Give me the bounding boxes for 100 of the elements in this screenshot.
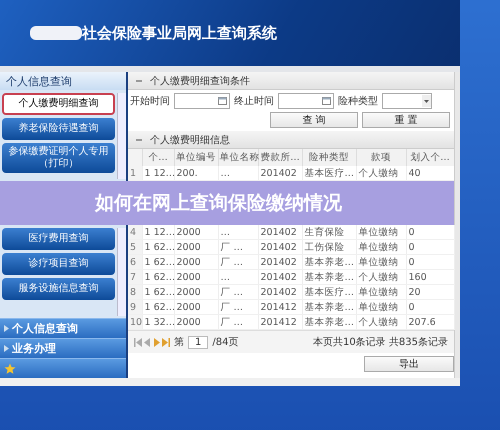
- table-cell: 40: [408, 168, 421, 178]
- calendar-icon: [218, 97, 227, 105]
- expand-icon: [4, 325, 9, 332]
- sidebar-item[interactable]: 个人缴费明细查询: [2, 93, 115, 115]
- table-cell: 基本医疗…: [304, 168, 354, 178]
- table-cell: 201402: [260, 286, 297, 298]
- table-cell: 生育保险: [304, 226, 344, 238]
- field-label: 开始时间: [130, 94, 170, 108]
- section-title: 个人缴费明细信息: [150, 134, 230, 146]
- sidebar-item[interactable]: 参保缴费证明个人专用（打印）: [2, 143, 115, 173]
- sidebar-section[interactable]: [0, 358, 126, 378]
- table-cell: 2000: [176, 302, 201, 312]
- scrollbar-track[interactable]: [117, 93, 126, 179]
- sidebar-item[interactable]: 养老保险待遇查询: [2, 118, 115, 140]
- table-cell: 10: [130, 316, 142, 328]
- site-title: 社会保险事业局网上查询系统: [82, 24, 277, 42]
- banner-title: 如何在网上查询保险缴纳情况: [95, 191, 342, 216]
- table-cell: 2000: [176, 226, 201, 238]
- table-cell: 4: [130, 226, 136, 238]
- table-cell: 207.6: [408, 316, 436, 328]
- table-cell: 1 12…: [144, 226, 176, 238]
- table-cell: 基本养老…: [304, 302, 354, 312]
- sidebar-section[interactable]: 个人信息查询: [0, 318, 126, 338]
- table-cell: 7: [130, 272, 136, 282]
- table-cell: 201402: [260, 256, 297, 268]
- table-cell: 2000: [176, 286, 201, 298]
- date-field[interactable]: [174, 93, 230, 109]
- page-arrows-icon[interactable]: [134, 338, 170, 346]
- table-cell: 单位缴纳: [358, 226, 398, 238]
- section-label: 个人信息查询: [12, 321, 78, 336]
- caret-icon: [422, 95, 431, 107]
- table-cell: 单位缴纳: [358, 256, 398, 268]
- export-button[interactable]: 导出: [364, 356, 454, 372]
- table-cell: 2000: [176, 242, 201, 252]
- dropdown-field[interactable]: [382, 93, 432, 109]
- table-cell: 200.: [176, 168, 198, 178]
- table-cell: 基本医疗…: [304, 286, 354, 298]
- table-cell: 1 62…: [144, 302, 176, 312]
- table-cell: 1 12…: [144, 168, 176, 178]
- sidebar-title: 个人信息查询: [6, 74, 72, 88]
- calendar-icon: [322, 97, 331, 105]
- sidebar-section[interactable]: 业务办理: [0, 338, 126, 358]
- table-cell: 基本养老…: [304, 272, 354, 282]
- scrollbar-track[interactable]: [117, 228, 126, 316]
- query-button[interactable]: 重 置: [362, 112, 450, 128]
- section-title: 个人缴费明细查询条件: [150, 74, 250, 88]
- table-cell: 0: [408, 242, 415, 252]
- table-cell: 单位缴纳: [358, 302, 398, 312]
- table-cell: 0: [408, 302, 415, 312]
- field-label: 险种类型: [338, 94, 378, 108]
- table-cell: 201402: [260, 226, 297, 238]
- table-cell: 个人缴纳: [358, 316, 398, 328]
- sidebar-item[interactable]: 诊疗项目查询: [2, 253, 115, 275]
- star-icon: [4, 362, 16, 374]
- section-label: 业务办理: [12, 341, 56, 356]
- table-cell: 1 62…: [144, 272, 176, 282]
- pager-text: 第: [174, 336, 184, 349]
- table-cell: 20: [408, 286, 421, 298]
- table-cell: 201402: [260, 242, 297, 252]
- page-input[interactable]: 1: [188, 336, 208, 348]
- table-cell: 1 62…: [144, 286, 176, 298]
- table-cell: 个人缴纳: [358, 272, 398, 282]
- table-cell: 1 32…: [144, 316, 176, 328]
- table-cell: 5: [130, 242, 136, 252]
- table-cell: 201412: [260, 302, 297, 312]
- sidebar-item[interactable]: 服务设施信息查询: [2, 278, 115, 300]
- table-cell: 厂 …: [220, 316, 244, 328]
- table-cell: 201402: [260, 272, 297, 282]
- table-cell: 6: [130, 256, 136, 268]
- table-cell: …: [220, 226, 230, 238]
- record-summary: 本页共10条记录 共835条记录: [313, 336, 448, 349]
- table-cell: 0: [408, 226, 415, 238]
- table-cell: 工伤保险: [304, 242, 344, 252]
- field-label: 终止时间: [234, 94, 274, 108]
- pager-text: /84页: [212, 336, 238, 349]
- table-cell: 基本养老…: [304, 256, 354, 268]
- table-cell: 厂 …: [220, 302, 244, 312]
- query-button[interactable]: 查 询: [270, 112, 358, 128]
- table-cell: …: [220, 272, 230, 282]
- table-cell: 201412: [260, 316, 297, 328]
- table-cell: 201402: [260, 168, 297, 178]
- table-cell: 1 62…: [144, 242, 176, 252]
- table-cell: 160: [408, 272, 427, 282]
- table-cell: 8: [130, 286, 136, 298]
- table-cell: 9: [130, 302, 136, 312]
- redacted-block: [30, 26, 82, 40]
- expand-icon: [4, 345, 9, 352]
- table-cell: 1: [130, 168, 136, 178]
- table-cell: 1 62…: [144, 256, 176, 268]
- table-cell: 单位缴纳: [358, 242, 398, 252]
- table-cell: 厂 …: [220, 242, 244, 252]
- sidebar-item[interactable]: 医疗费用查询: [2, 228, 115, 250]
- table-cell: 2000: [176, 316, 201, 328]
- browser-scrollbar[interactable]: [454, 72, 460, 378]
- table-cell: 0: [408, 256, 415, 268]
- table-cell: 基本养老…: [304, 316, 354, 328]
- table-cell: 2000: [176, 256, 201, 268]
- table-cell: …: [220, 168, 230, 178]
- date-field[interactable]: [278, 93, 334, 109]
- table-cell: 个人缴纳: [358, 168, 398, 178]
